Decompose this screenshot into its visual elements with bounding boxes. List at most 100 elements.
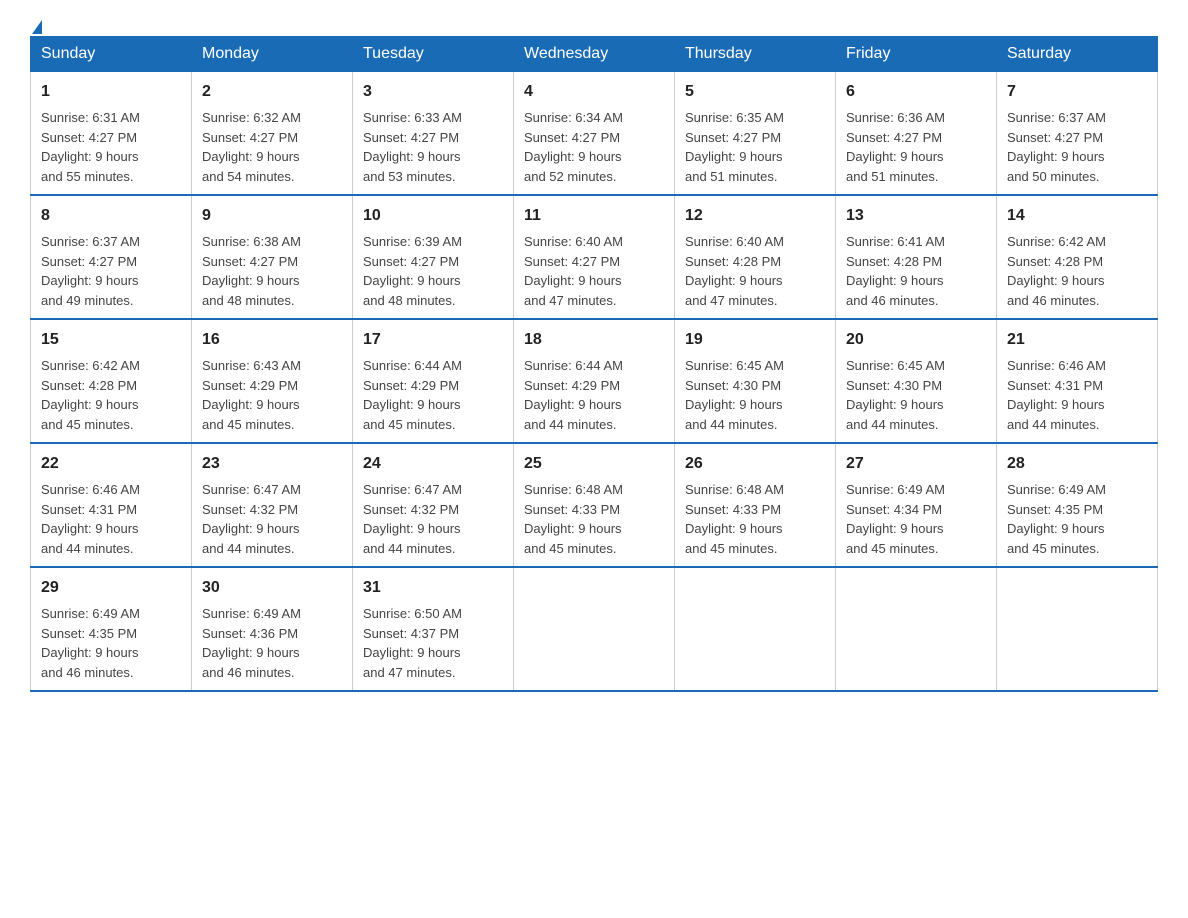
day-info: Sunrise: 6:32 AMSunset: 4:27 PMDaylight:…: [202, 108, 342, 186]
calendar-week-row: 15 Sunrise: 6:42 AMSunset: 4:28 PMDayligh…: [31, 319, 1158, 443]
day-number: 22: [41, 452, 181, 476]
day-info: Sunrise: 6:42 AMSunset: 4:28 PMDaylight:…: [1007, 232, 1147, 310]
empty-day-cell: [997, 567, 1158, 691]
day-cell: 24 Sunrise: 6:47 AMSunset: 4:32 PMDayligh…: [353, 443, 514, 567]
day-info: Sunrise: 6:46 AMSunset: 4:31 PMDaylight:…: [1007, 356, 1147, 434]
day-info: Sunrise: 6:31 AMSunset: 4:27 PMDaylight:…: [41, 108, 181, 186]
day-cell: 21 Sunrise: 6:46 AMSunset: 4:31 PMDayligh…: [997, 319, 1158, 443]
logo-triangle-icon: [32, 20, 42, 34]
day-info: Sunrise: 6:37 AMSunset: 4:27 PMDaylight:…: [41, 232, 181, 310]
day-cell: 1 Sunrise: 6:31 AMSunset: 4:27 PMDaylight…: [31, 72, 192, 196]
day-cell: 31 Sunrise: 6:50 AMSunset: 4:37 PMDayligh…: [353, 567, 514, 691]
day-cell: 2Sunrise: 6:32 AMSunset: 4:27 PMDaylight…: [192, 72, 353, 196]
day-info: Sunrise: 6:50 AMSunset: 4:37 PMDaylight:…: [363, 604, 503, 682]
weekday-header-wednesday: Wednesday: [514, 37, 675, 72]
day-number: 6: [846, 80, 986, 104]
weekday-header-saturday: Saturday: [997, 37, 1158, 72]
day-number: 9: [202, 204, 342, 228]
day-cell: 18Sunrise: 6:44 AMSunset: 4:29 PMDayligh…: [514, 319, 675, 443]
day-number: 14: [1007, 204, 1147, 228]
day-cell: 4 Sunrise: 6:34 AMSunset: 4:27 PMDaylight…: [514, 72, 675, 196]
empty-day-cell: [675, 567, 836, 691]
day-cell: 12 Sunrise: 6:40 AMSunset: 4:28 PMDayligh…: [675, 195, 836, 319]
weekday-header-friday: Friday: [836, 37, 997, 72]
day-cell: 29Sunrise: 6:49 AMSunset: 4:35 PMDayligh…: [31, 567, 192, 691]
day-number: 16: [202, 328, 342, 352]
day-info: Sunrise: 6:45 AMSunset: 4:30 PMDaylight:…: [685, 356, 825, 434]
weekday-header-tuesday: Tuesday: [353, 37, 514, 72]
day-info: Sunrise: 6:33 AMSunset: 4:27 PMDaylight:…: [363, 108, 503, 186]
day-info: Sunrise: 6:44 AMSunset: 4:29 PMDaylight:…: [524, 356, 664, 434]
day-info: Sunrise: 6:40 AMSunset: 4:27 PMDaylight:…: [524, 232, 664, 310]
day-number: 8: [41, 204, 181, 228]
day-info: Sunrise: 6:44 AMSunset: 4:29 PMDaylight:…: [363, 356, 503, 434]
day-info: Sunrise: 6:41 AMSunset: 4:28 PMDaylight:…: [846, 232, 986, 310]
day-cell: 23Sunrise: 6:47 AMSunset: 4:32 PMDayligh…: [192, 443, 353, 567]
day-info: Sunrise: 6:39 AMSunset: 4:27 PMDaylight:…: [363, 232, 503, 310]
day-number: 21: [1007, 328, 1147, 352]
day-cell: 9 Sunrise: 6:38 AMSunset: 4:27 PMDaylight…: [192, 195, 353, 319]
day-number: 27: [846, 452, 986, 476]
day-info: Sunrise: 6:47 AMSunset: 4:32 PMDaylight:…: [202, 480, 342, 558]
day-number: 11: [524, 204, 664, 228]
day-cell: 26 Sunrise: 6:48 AMSunset: 4:33 PMDayligh…: [675, 443, 836, 567]
day-cell: 13 Sunrise: 6:41 AMSunset: 4:28 PMDayligh…: [836, 195, 997, 319]
day-number: 13: [846, 204, 986, 228]
day-info: Sunrise: 6:40 AMSunset: 4:28 PMDaylight:…: [685, 232, 825, 310]
day-cell: 8 Sunrise: 6:37 AMSunset: 4:27 PMDaylight…: [31, 195, 192, 319]
calendar-week-row: 8 Sunrise: 6:37 AMSunset: 4:27 PMDaylight…: [31, 195, 1158, 319]
day-cell: 6 Sunrise: 6:36 AMSunset: 4:27 PMDaylight…: [836, 72, 997, 196]
day-cell: 30Sunrise: 6:49 AMSunset: 4:36 PMDayligh…: [192, 567, 353, 691]
day-info: Sunrise: 6:34 AMSunset: 4:27 PMDaylight:…: [524, 108, 664, 186]
day-cell: 7Sunrise: 6:37 AMSunset: 4:27 PMDaylight…: [997, 72, 1158, 196]
day-cell: 22 Sunrise: 6:46 AMSunset: 4:31 PMDayligh…: [31, 443, 192, 567]
page-header: [30, 20, 1158, 26]
empty-day-cell: [836, 567, 997, 691]
calendar-week-row: 22 Sunrise: 6:46 AMSunset: 4:31 PMDayligh…: [31, 443, 1158, 567]
empty-day-cell: [514, 567, 675, 691]
day-info: Sunrise: 6:47 AMSunset: 4:32 PMDaylight:…: [363, 480, 503, 558]
day-info: Sunrise: 6:49 AMSunset: 4:36 PMDaylight:…: [202, 604, 342, 682]
day-cell: 20Sunrise: 6:45 AMSunset: 4:30 PMDayligh…: [836, 319, 997, 443]
day-cell: 28 Sunrise: 6:49 AMSunset: 4:35 PMDayligh…: [997, 443, 1158, 567]
day-cell: 14 Sunrise: 6:42 AMSunset: 4:28 PMDayligh…: [997, 195, 1158, 319]
day-cell: 19 Sunrise: 6:45 AMSunset: 4:30 PMDayligh…: [675, 319, 836, 443]
day-cell: 17 Sunrise: 6:44 AMSunset: 4:29 PMDayligh…: [353, 319, 514, 443]
day-cell: 11 Sunrise: 6:40 AMSunset: 4:27 PMDayligh…: [514, 195, 675, 319]
day-info: Sunrise: 6:38 AMSunset: 4:27 PMDaylight:…: [202, 232, 342, 310]
day-cell: 27 Sunrise: 6:49 AMSunset: 4:34 PMDayligh…: [836, 443, 997, 567]
day-cell: 10 Sunrise: 6:39 AMSunset: 4:27 PMDayligh…: [353, 195, 514, 319]
day-number: 12: [685, 204, 825, 228]
day-info: Sunrise: 6:35 AMSunset: 4:27 PMDaylight:…: [685, 108, 825, 186]
day-cell: 5 Sunrise: 6:35 AMSunset: 4:27 PMDaylight…: [675, 72, 836, 196]
day-number: 15: [41, 328, 181, 352]
weekday-header-monday: Monday: [192, 37, 353, 72]
day-info: Sunrise: 6:48 AMSunset: 4:33 PMDaylight:…: [524, 480, 664, 558]
day-number: 5: [685, 80, 825, 104]
day-number: 10: [363, 204, 503, 228]
day-number: 24: [363, 452, 503, 476]
day-info: Sunrise: 6:49 AMSunset: 4:34 PMDaylight:…: [846, 480, 986, 558]
day-number: 19: [685, 328, 825, 352]
day-number: 4: [524, 80, 664, 104]
logo: [30, 20, 42, 26]
day-info: Sunrise: 6:49 AMSunset: 4:35 PMDaylight:…: [1007, 480, 1147, 558]
day-number: 20: [846, 328, 986, 352]
day-number: 17: [363, 328, 503, 352]
day-cell: 16 Sunrise: 6:43 AMSunset: 4:29 PMDayligh…: [192, 319, 353, 443]
day-number: 1: [41, 80, 181, 104]
day-info: Sunrise: 6:48 AMSunset: 4:33 PMDaylight:…: [685, 480, 825, 558]
calendar-table: SundayMondayTuesdayWednesdayThursdayFrid…: [30, 36, 1158, 692]
day-info: Sunrise: 6:36 AMSunset: 4:27 PMDaylight:…: [846, 108, 986, 186]
day-number: 3: [363, 80, 503, 104]
day-info: Sunrise: 6:46 AMSunset: 4:31 PMDaylight:…: [41, 480, 181, 558]
day-number: 26: [685, 452, 825, 476]
weekday-header-thursday: Thursday: [675, 37, 836, 72]
weekday-header-row: SundayMondayTuesdayWednesdayThursdayFrid…: [31, 37, 1158, 72]
day-cell: 3 Sunrise: 6:33 AMSunset: 4:27 PMDaylight…: [353, 72, 514, 196]
day-info: Sunrise: 6:42 AMSunset: 4:28 PMDaylight:…: [41, 356, 181, 434]
day-cell: 25Sunrise: 6:48 AMSunset: 4:33 PMDayligh…: [514, 443, 675, 567]
day-number: 31: [363, 576, 503, 600]
day-number: 28: [1007, 452, 1147, 476]
day-info: Sunrise: 6:43 AMSunset: 4:29 PMDaylight:…: [202, 356, 342, 434]
